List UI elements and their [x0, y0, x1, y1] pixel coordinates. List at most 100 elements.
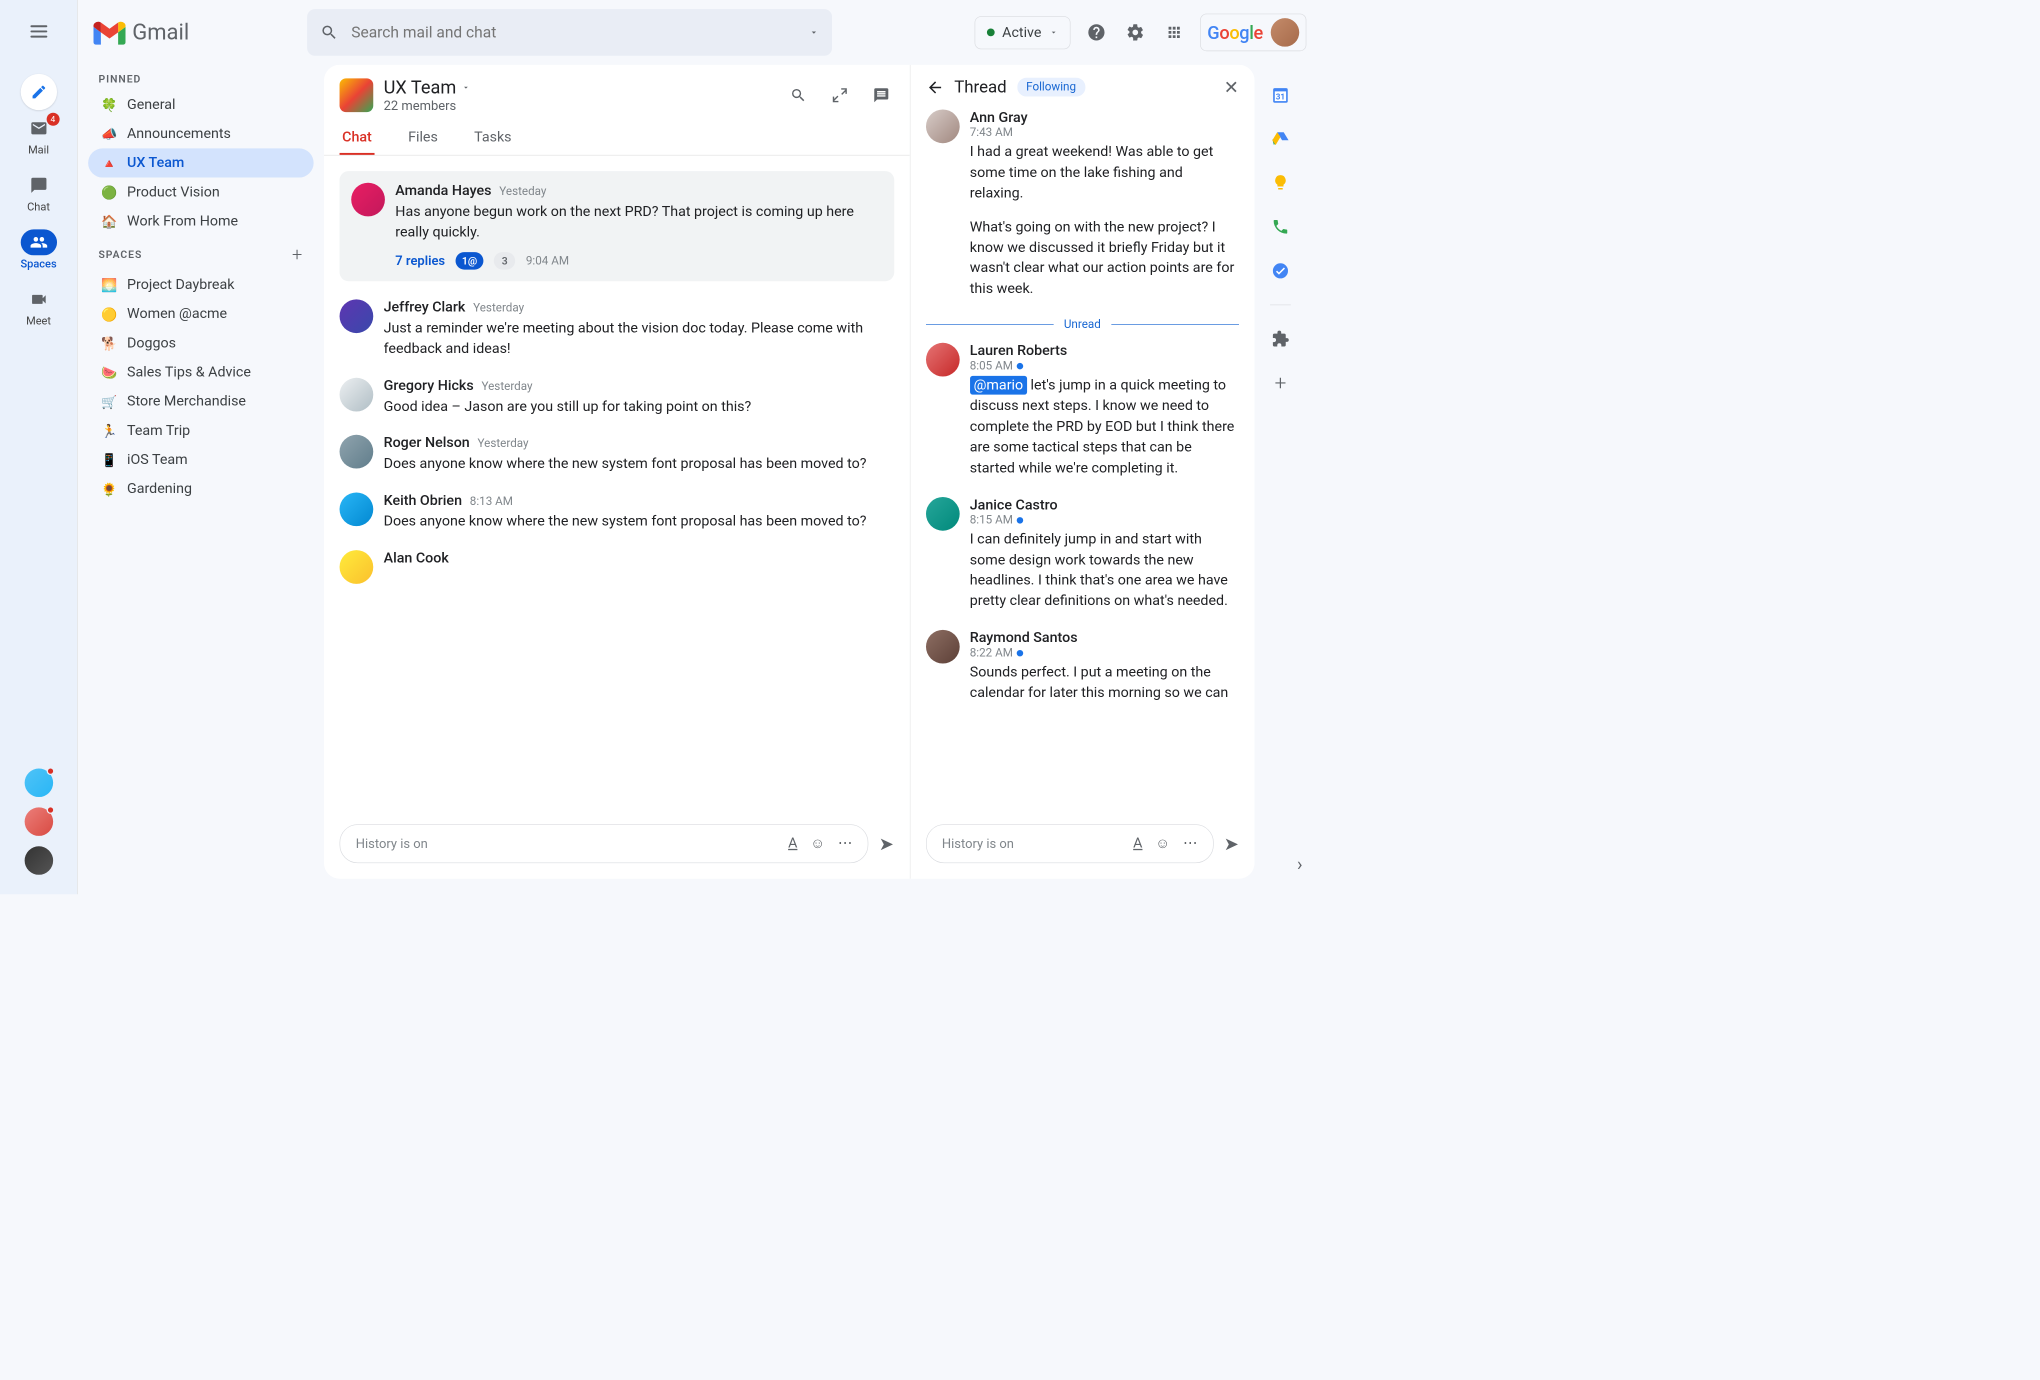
msg-avatar: [340, 493, 374, 527]
rail-avatar-3[interactable]: [24, 846, 53, 875]
sidebar-item-gardening[interactable]: 🌻Gardening: [88, 474, 314, 503]
sidebar-item-general[interactable]: 🍀General: [88, 90, 314, 119]
thread-message[interactable]: Ann Gray 7:43 AM I had a great weekend! …: [926, 110, 1239, 300]
thread-message[interactable]: Raymond Santos 8:22 AM Sounds perfect. I…: [926, 630, 1239, 704]
compose-button[interactable]: [20, 74, 56, 110]
keep-icon[interactable]: [1270, 172, 1291, 193]
msg-time: Yesterday: [481, 379, 532, 393]
rail-avatar-1[interactable]: [24, 769, 53, 798]
msg-author: Roger Nelson: [384, 435, 470, 451]
rail-chat-label: Chat: [27, 201, 50, 214]
msg-author: Alan Cook: [384, 550, 449, 566]
format-icon[interactable]: A: [1133, 835, 1142, 852]
help-icon[interactable]: [1084, 19, 1110, 45]
close-icon[interactable]: ✕: [1224, 76, 1239, 97]
add-space-button[interactable]: +: [292, 244, 303, 265]
search-icon: [320, 23, 338, 41]
logo-area[interactable]: Gmail: [93, 19, 287, 45]
hide-sidepanel-icon[interactable]: ›: [1297, 853, 1302, 874]
rail-meet[interactable]: Meet: [20, 286, 56, 327]
sidebar-item-work-from-home[interactable]: 🏠Work From Home: [88, 207, 314, 236]
search-bar[interactable]: [307, 9, 832, 56]
search-input[interactable]: [351, 23, 796, 41]
unread-dot: [1017, 363, 1023, 369]
settings-icon[interactable]: [1122, 19, 1148, 45]
emoji-icon[interactable]: ☺: [1155, 835, 1170, 852]
chat-message[interactable]: Gregory Hicks Yesterday Good idea – Jaso…: [340, 378, 894, 417]
open-thread-icon[interactable]: [868, 82, 894, 108]
back-icon[interactable]: [926, 78, 944, 96]
app-header: Gmail Active Google: [78, 0, 1322, 65]
msg-time: 8:22 AM: [970, 646, 1239, 660]
calendar-icon[interactable]: 31: [1270, 84, 1291, 105]
thread-card[interactable]: Amanda Hayes Yesteday Has anyone begun w…: [340, 171, 894, 281]
thread-compose-input[interactable]: History is on A ☺ ⋯: [926, 824, 1214, 863]
rail-avatar-2[interactable]: [24, 807, 53, 836]
thread-send-icon[interactable]: ➤: [1224, 833, 1239, 854]
rail-mail[interactable]: 4 Mail: [20, 115, 56, 156]
msg-time: Yesterday: [478, 437, 529, 451]
msg-author: Raymond Santos: [970, 630, 1078, 646]
tab-tasks[interactable]: Tasks: [472, 124, 515, 155]
status-chip[interactable]: Active: [974, 16, 1070, 49]
tasks-icon[interactable]: [1270, 260, 1291, 281]
sidebar-item-ios-team[interactable]: 📱iOS Team: [88, 445, 314, 474]
unread-divider: Unread: [926, 318, 1239, 332]
apps-icon[interactable]: [1161, 19, 1187, 45]
drive-icon[interactable]: [1270, 128, 1291, 149]
compose-input[interactable]: History is on A ☺ ⋯: [340, 824, 869, 863]
send-icon[interactable]: ➤: [879, 833, 894, 854]
search-options-icon[interactable]: [809, 27, 819, 37]
tab-files[interactable]: Files: [406, 124, 441, 155]
chat-search-icon[interactable]: [785, 82, 811, 108]
thread-message[interactable]: Lauren Roberts 8:05 AM @mario let's jump…: [926, 343, 1239, 479]
chat-message[interactable]: Keith Obrien 8:13 AM Does anyone know wh…: [340, 493, 894, 532]
rail-spaces[interactable]: Spaces: [20, 229, 56, 270]
sidebar-item-ux-team[interactable]: 🔺UX Team: [88, 148, 314, 177]
sidebar-item-sales-tips-advice[interactable]: 🍉Sales Tips & Advice: [88, 358, 314, 387]
space-icon: 🍀: [101, 97, 117, 113]
member-count: 22 members: [384, 98, 471, 114]
mention-tag[interactable]: @mario: [970, 376, 1027, 395]
thread-panel: Thread Following ✕ Ann Gray 7:43 AM I ha…: [909, 65, 1254, 879]
contacts-icon[interactable]: [1270, 216, 1291, 237]
msg-avatar: [340, 550, 374, 584]
sidebar-item-announcements[interactable]: 📣Announcements: [88, 119, 314, 148]
sidebar-item-doggos[interactable]: 🐕Doggos: [88, 329, 314, 358]
thread-message[interactable]: Janice Castro 8:15 AM I can definitely j…: [926, 497, 1239, 612]
more-icon[interactable]: ⋯: [1183, 835, 1197, 852]
unread-label: Unread: [1064, 318, 1101, 332]
product-name: Gmail: [132, 19, 189, 45]
pinned-header: PINNED: [88, 65, 314, 90]
msg-time: 8:15 AM: [970, 513, 1239, 527]
sidebar-item-project-daybreak[interactable]: 🌅Project Daybreak: [88, 270, 314, 299]
sidebar-item-women-acme[interactable]: 🟡Women @acme: [88, 299, 314, 328]
account-chip[interactable]: Google: [1200, 14, 1306, 52]
chat-message[interactable]: Jeffrey Clark Yesterday Just a reminder …: [340, 299, 894, 359]
more-icon[interactable]: ⋯: [838, 835, 852, 852]
msg-author: Jeffrey Clark: [384, 299, 466, 315]
menu-button[interactable]: [20, 13, 56, 49]
sidebar-item-product-vision[interactable]: 🟢Product Vision: [88, 178, 314, 207]
msg-avatar: [351, 183, 385, 217]
emoji-icon[interactable]: ☺: [810, 835, 825, 852]
user-avatar: [1271, 18, 1300, 47]
chat-message[interactable]: Alan Cook: [340, 550, 894, 584]
format-icon[interactable]: A: [788, 835, 797, 852]
chat-message[interactable]: Roger Nelson Yesterday Does anyone know …: [340, 435, 894, 474]
get-addons-icon[interactable]: +: [1270, 373, 1291, 394]
sidebar-item-team-trip[interactable]: 🏃Team Trip: [88, 416, 314, 445]
msg-avatar: [926, 497, 960, 531]
sidebar-item-store-merchandise[interactable]: 🛒Store Merchandise: [88, 387, 314, 416]
rail-chat[interactable]: Chat: [20, 172, 56, 213]
following-pill[interactable]: Following: [1017, 78, 1085, 97]
space-dropdown-icon[interactable]: [461, 83, 470, 92]
msg-time: Yesterday: [473, 301, 524, 315]
tab-chat[interactable]: Chat: [340, 124, 375, 155]
reply-count: 7 replies: [395, 253, 445, 269]
msg-time: 8:13 AM: [470, 495, 513, 509]
collapse-icon[interactable]: [827, 82, 853, 108]
addons-icon[interactable]: [1270, 329, 1291, 350]
msg-avatar: [926, 630, 960, 664]
space-icon: 🟡: [101, 306, 117, 322]
